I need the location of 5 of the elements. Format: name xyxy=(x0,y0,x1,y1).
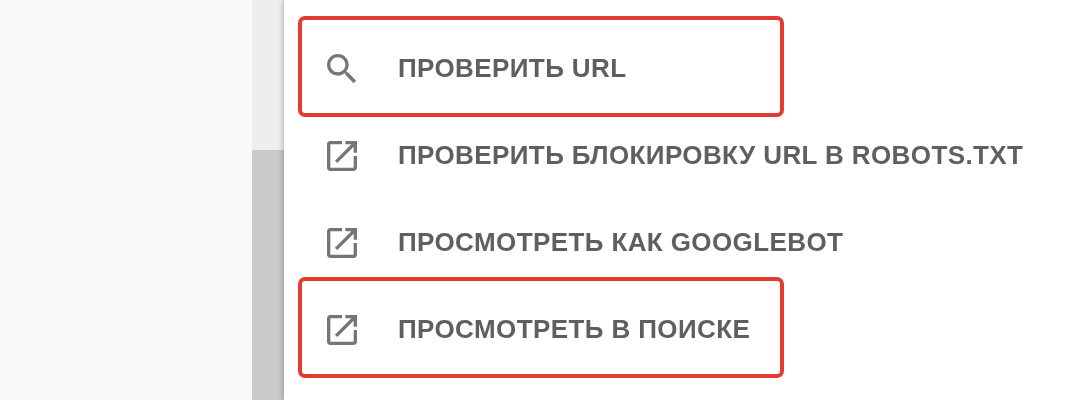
menu-item[interactable]: ПРОСМОТРЕТЬ В ПОИСКЕ xyxy=(284,286,751,373)
menu-item[interactable]: ПРОВЕРИТЬ URL xyxy=(284,25,627,112)
scrollbar[interactable] xyxy=(252,0,284,400)
menu-item[interactable]: ПРОСМОТРЕТЬ КАК GOOGLEBOT xyxy=(284,199,844,286)
menu-item[interactable]: ПРОВЕРИТЬ БЛОКИРОВКУ URL В ROBOTS.TXT xyxy=(284,112,1024,199)
